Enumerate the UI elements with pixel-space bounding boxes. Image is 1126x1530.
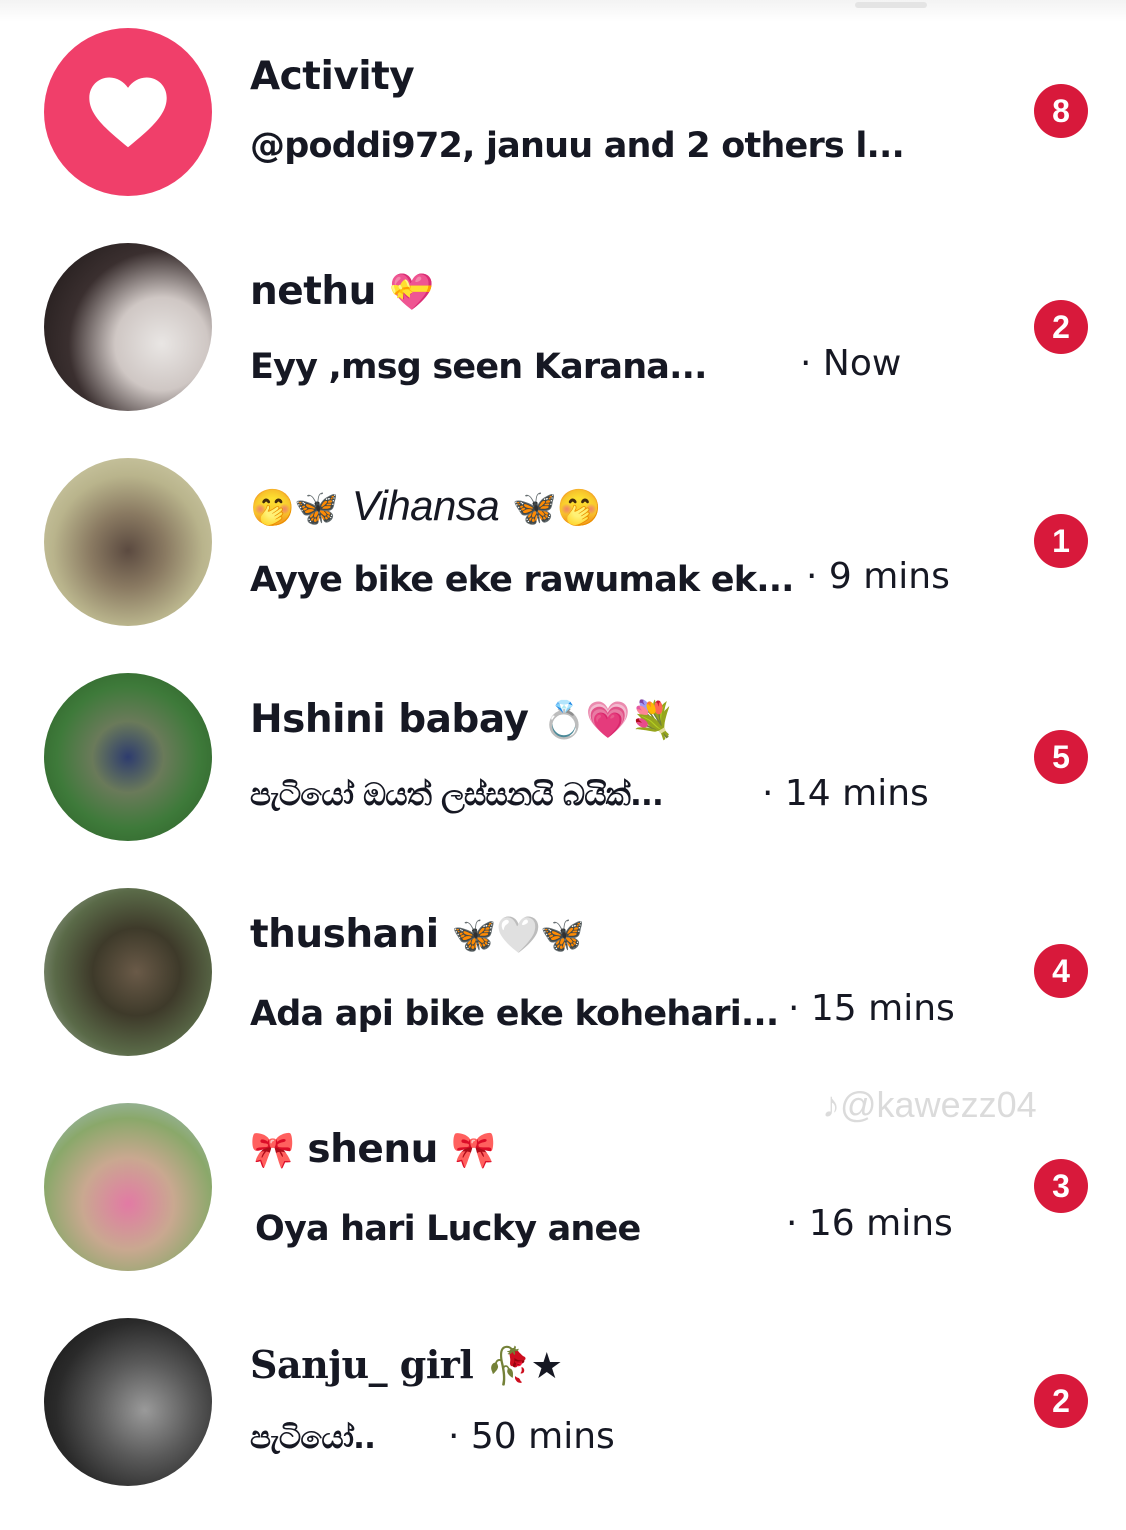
message-preview: පැටියෝ.. <box>250 1420 376 1456</box>
conversation-row[interactable]: nethu 💝 Eyy ,msg seen Karana... · Now 2 <box>0 241 1126 455</box>
contact-name: thushani 🦋🤍🦋 <box>250 912 585 957</box>
name-emoji: 💝 <box>388 272 434 313</box>
drag-handle[interactable] <box>855 2 927 8</box>
unread-badge: 3 <box>1034 1159 1088 1213</box>
message-time: · Now <box>800 343 902 384</box>
unread-badge: 5 <box>1034 730 1088 784</box>
message-time: · 14 mins <box>762 773 929 814</box>
unread-badge: 8 <box>1034 84 1088 138</box>
avatar <box>44 458 212 626</box>
unread-badge: 4 <box>1034 944 1088 998</box>
activity-row[interactable]: Activity @poddi972, januu and 2 others l… <box>0 26 1126 240</box>
message-preview: Ada api bike eke kohehari... <box>250 994 779 1034</box>
activity-title: Activity <box>250 54 415 99</box>
contact-name: Hshini babay 💍💗💐 <box>250 697 675 742</box>
avatar <box>44 243 212 411</box>
avatar <box>44 888 212 1056</box>
message-preview: Ayye bike eke rawumak ek... <box>250 560 794 600</box>
name-emoji: 🎀 <box>250 1130 295 1171</box>
conversation-row[interactable]: 🤭🦋 Vihansa 🦋🤭 Ayye bike eke rawumak ek..… <box>0 456 1126 670</box>
name-emoji: 💍💗💐 <box>541 700 675 741</box>
conversation-row[interactable]: Sanju_ girl 🥀★ පැටියෝ.. · 50 mins 2 <box>0 1316 1126 1530</box>
message-time: · 9 mins <box>806 556 950 597</box>
avatar <box>44 673 212 841</box>
contact-name: 🤭🦋 Vihansa 🦋🤭 <box>250 482 601 529</box>
conversation-row[interactable]: Hshini babay 💍💗💐 පැටියෝ ඔයත් ලස්සනයි බයි… <box>0 671 1126 885</box>
message-time: · 16 mins <box>786 1203 953 1244</box>
avatar <box>44 1318 212 1486</box>
name-emoji: 🎀 <box>450 1130 496 1171</box>
unread-badge: 2 <box>1034 300 1088 354</box>
message-preview: Eyy ,msg seen Karana... <box>250 347 707 387</box>
name-emoji: 🤭🦋 <box>250 488 339 529</box>
unread-badge: 2 <box>1034 1374 1088 1428</box>
activity-avatar <box>44 28 212 196</box>
message-preview: Oya hari Lucky anee <box>255 1209 641 1249</box>
name-emoji: 🦋🤭 <box>512 488 601 529</box>
top-bar <box>0 0 1126 22</box>
name-emoji: 🦋🤍🦋 <box>451 915 585 956</box>
watermark: ♪@kawezz04 <box>822 1084 1037 1125</box>
contact-name: nethu 💝 <box>250 269 434 314</box>
conversation-row[interactable]: thushani 🦋🤍🦋 Ada api bike eke kohehari..… <box>0 886 1126 1100</box>
message-preview: පැටියෝ ඔයත් ලස්සනයි බයික්... <box>250 777 664 813</box>
conversation-row[interactable]: 🎀 shenu 🎀 Oya hari Lucky anee · 16 mins … <box>0 1101 1126 1315</box>
activity-preview: @poddi972, januu and 2 others l... <box>250 126 905 166</box>
contact-name: Sanju_ girl 🥀★ <box>250 1342 563 1387</box>
contact-name: 🎀 shenu 🎀 <box>250 1127 496 1172</box>
unread-badge: 1 <box>1034 514 1088 568</box>
message-time: · 50 mins <box>448 1416 615 1457</box>
name-emoji: 🥀★ <box>486 1346 563 1387</box>
heart-icon <box>89 77 167 148</box>
message-time: · 15 mins <box>788 988 955 1029</box>
avatar <box>44 1103 212 1271</box>
